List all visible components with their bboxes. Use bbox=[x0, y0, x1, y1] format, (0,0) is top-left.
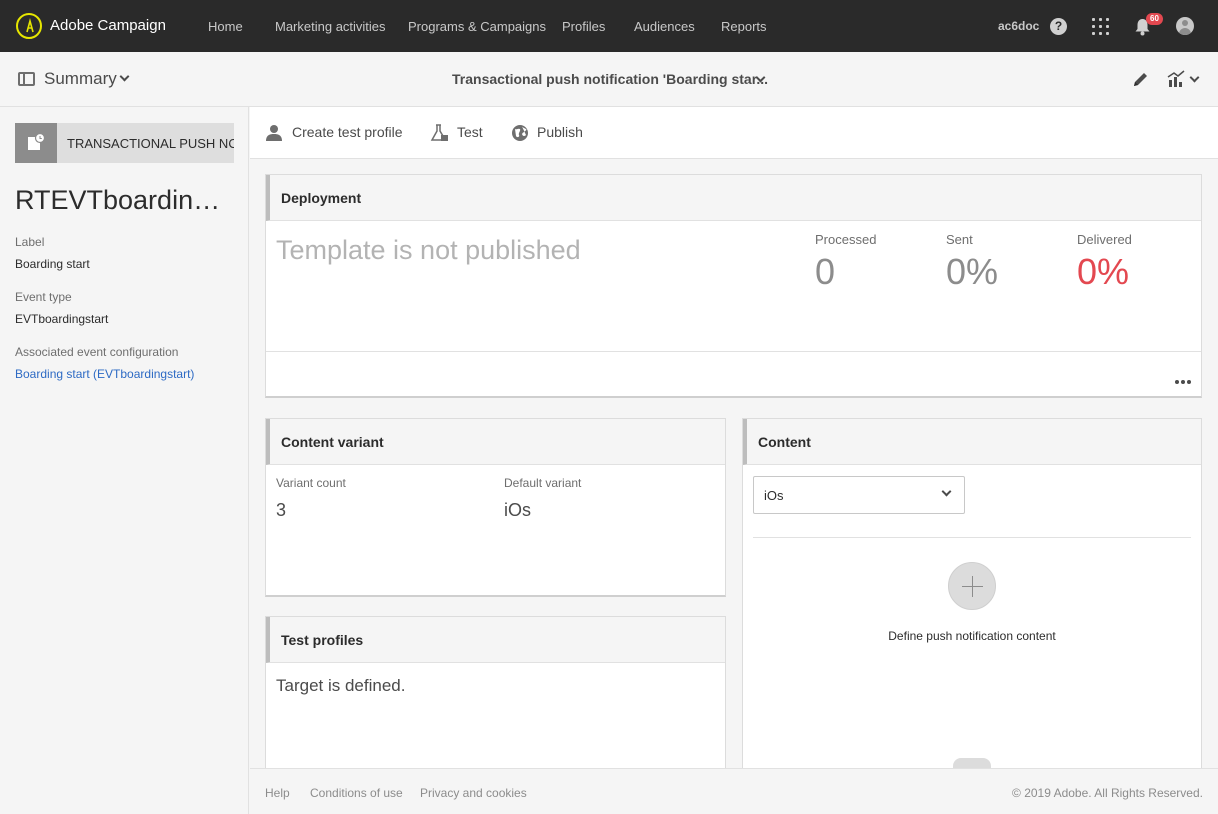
deployment-card: Deployment Template is not published Pro… bbox=[265, 174, 1202, 398]
create-test-profile-icon[interactable] bbox=[265, 124, 284, 147]
nav-item-profiles[interactable]: Profiles bbox=[562, 19, 605, 34]
template-name: RTEVTboardingstart bbox=[15, 185, 234, 215]
top-navigation-bar: Adobe Campaign Home Marketing activities… bbox=[0, 0, 1218, 52]
test-profiles-card-header: Test profiles bbox=[266, 617, 725, 663]
sent-label: Sent bbox=[946, 232, 973, 247]
deployment-card-title: Deployment bbox=[281, 190, 362, 206]
page-title[interactable]: Transactional push notification 'Boardin… bbox=[452, 71, 768, 87]
nav-item-programs-campaigns[interactable]: Programs & Campaigns bbox=[408, 19, 546, 34]
footer-conditions-link[interactable]: Conditions of use bbox=[310, 786, 403, 800]
publish-button[interactable]: Publish bbox=[537, 124, 583, 140]
default-variant-value: iOs bbox=[504, 500, 531, 520]
summary-dropdown-label[interactable]: Summary bbox=[44, 69, 117, 89]
publication-status: Template is not published bbox=[276, 235, 581, 265]
platform-select[interactable]: iOs bbox=[753, 476, 965, 514]
action-toolbar: Create test profile Test Publish bbox=[250, 107, 1218, 159]
copyright-notice: © 2019 Adobe. All Rights Reserved. bbox=[1012, 786, 1203, 800]
add-content-button[interactable] bbox=[948, 562, 996, 610]
test-profiles-status: Target is defined. bbox=[276, 676, 406, 695]
variant-count-value: 3 bbox=[276, 500, 287, 520]
content-variant-card-title: Content variant bbox=[281, 434, 384, 450]
deployment-card-header: Deployment bbox=[266, 175, 1201, 221]
notification-count-badge: 60 bbox=[1146, 13, 1163, 25]
chevron-down-icon[interactable] bbox=[1189, 72, 1200, 83]
nav-item-audiences[interactable]: Audiences bbox=[634, 19, 695, 34]
report-chart-icon[interactable] bbox=[1167, 70, 1187, 93]
test-profiles-card-title: Test profiles bbox=[281, 632, 364, 648]
divider bbox=[753, 537, 1191, 538]
content-card-title: Content bbox=[758, 434, 811, 450]
delivery-type-label: TRANSACTIONAL PUSH NOTIFICATION bbox=[67, 136, 234, 151]
summary-panel-icon[interactable] bbox=[18, 72, 35, 86]
default-variant-label: Default variant bbox=[504, 476, 582, 490]
variant-count-label: Variant count bbox=[276, 476, 346, 490]
nav-item-reports[interactable]: Reports bbox=[721, 19, 767, 34]
processed-label: Processed bbox=[815, 232, 877, 247]
label-field-label: Label bbox=[15, 235, 45, 249]
delivered-label: Delivered bbox=[1077, 232, 1132, 247]
nav-item-marketing-activities[interactable]: Marketing activities bbox=[275, 19, 386, 34]
event-type-field-value: EVTboardingstart bbox=[15, 312, 109, 326]
sent-value: 0% bbox=[946, 251, 999, 292]
processed-value: 0 bbox=[815, 251, 836, 292]
create-test-profile-button[interactable]: Create test profile bbox=[292, 124, 403, 140]
label-field-value: Boarding start bbox=[15, 257, 90, 271]
content-variant-card-header: Content variant bbox=[266, 419, 725, 465]
apps-grid-icon[interactable] bbox=[1092, 18, 1109, 35]
page-header-bar: Summary Transactional push notification … bbox=[0, 52, 1218, 107]
platform-select-value: iOs bbox=[764, 488, 784, 503]
adobe-campaign-logo-icon[interactable] bbox=[16, 13, 42, 39]
deployment-card-footer bbox=[266, 351, 1201, 396]
define-content-label[interactable]: Define push notification content bbox=[743, 629, 1201, 643]
content-card-header: Content bbox=[743, 419, 1201, 465]
event-configuration-link[interactable]: Boarding start (EVTboardingstart) bbox=[15, 367, 194, 381]
user-id[interactable]: ac6doc bbox=[998, 19, 1039, 33]
event-type-field-label: Event type bbox=[15, 290, 72, 304]
test-profiles-card: Test profiles Target is defined. bbox=[265, 616, 726, 786]
test-flask-icon[interactable] bbox=[430, 124, 449, 147]
nav-item-home[interactable]: Home bbox=[208, 19, 243, 34]
edit-pencil-icon[interactable] bbox=[1132, 70, 1150, 93]
chevron-down-icon bbox=[941, 486, 952, 497]
footer-privacy-link[interactable]: Privacy and cookies bbox=[420, 786, 527, 800]
app-title[interactable]: Adobe Campaign bbox=[50, 17, 166, 34]
chevron-down-icon[interactable] bbox=[119, 71, 130, 82]
more-options-icon[interactable] bbox=[1173, 371, 1191, 389]
push-notification-icon bbox=[15, 123, 57, 163]
event-configuration-field-label: Associated event configuration bbox=[15, 345, 179, 359]
content-card: Content iOs Define push notification con… bbox=[742, 418, 1202, 786]
page-footer: Help Conditions of use Privacy and cooki… bbox=[250, 768, 1218, 814]
test-button[interactable]: Test bbox=[457, 124, 483, 140]
content-variant-card: Content variant Variant count 3 Default … bbox=[265, 418, 726, 597]
user-avatar-icon[interactable] bbox=[1176, 17, 1194, 35]
summary-panel: TRANSACTIONAL PUSH NOTIFICATION RTEVTboa… bbox=[0, 107, 249, 814]
footer-help-link[interactable]: Help bbox=[265, 786, 290, 800]
publish-globe-icon[interactable] bbox=[511, 124, 529, 147]
delivery-type-banner: TRANSACTIONAL PUSH NOTIFICATION bbox=[15, 123, 234, 163]
delivered-value: 0% bbox=[1077, 251, 1130, 292]
help-icon[interactable]: ? bbox=[1050, 18, 1067, 35]
